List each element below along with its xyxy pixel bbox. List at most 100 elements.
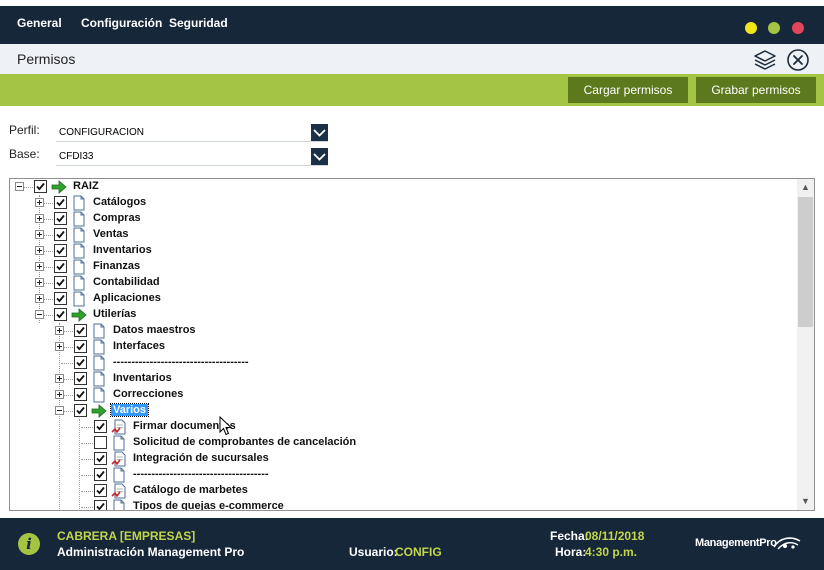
tree-node-checkbox[interactable] — [94, 500, 107, 510]
document-icon — [111, 435, 127, 451]
green-arrow-icon — [91, 403, 107, 419]
tree-content: RAIZ Catálogos Compras Ventas Inventarios Fin… — [10, 179, 798, 510]
tree-node-label[interactable]: Inventarios — [93, 244, 152, 256]
expand-icon[interactable] — [35, 262, 44, 271]
document-icon — [71, 259, 87, 275]
scroll-up-arrow-icon[interactable]: ▲ — [797, 179, 814, 196]
tree-node-checkbox[interactable] — [54, 212, 67, 225]
document-icon — [71, 243, 87, 259]
expand-icon[interactable] — [55, 390, 64, 399]
expand-icon[interactable] — [55, 374, 64, 383]
layers-icon[interactable] — [753, 48, 777, 72]
profile-value: CONFIGURACION — [59, 127, 144, 138]
tree-node-label[interactable]: Utilerías — [93, 308, 136, 320]
tree-node-label[interactable]: Interfaces — [113, 340, 165, 352]
tree-node-label[interactable]: Ventas — [93, 228, 128, 240]
document-icon — [71, 275, 87, 291]
tree-node-checkbox[interactable] — [74, 404, 87, 417]
maximize-button[interactable] — [768, 22, 780, 34]
profile-select[interactable]: CONFIGURACION — [56, 124, 328, 142]
tree-node-label[interactable]: Catálogos — [93, 196, 146, 208]
date-value: 08/11/2018 — [585, 529, 645, 543]
tree-node-label[interactable]: Integración de sucursales — [133, 452, 269, 464]
tree-node-label[interactable]: Contabilidad — [93, 276, 160, 288]
tree-node-label[interactable]: ------------------------------------- — [133, 468, 269, 480]
tree-node-checkbox[interactable] — [54, 196, 67, 209]
tree-node-label[interactable]: ------------------------------------- — [113, 356, 249, 368]
document-icon — [71, 291, 87, 307]
tree-node-checkbox[interactable] — [74, 324, 87, 337]
tree-node-checkbox[interactable] — [94, 420, 107, 433]
document-icon — [71, 195, 87, 211]
tree-node-checkbox[interactable] — [54, 292, 67, 305]
tree-node-label[interactable]: Solicitud de comprobantes de cancelación — [133, 436, 356, 448]
tree-node-label[interactable]: Aplicaciones — [93, 292, 161, 304]
time-value: 4:30 p.m. — [585, 545, 638, 559]
tree-node-checkbox[interactable] — [94, 468, 107, 481]
menu-configuracion[interactable]: Configuración — [81, 16, 162, 30]
tree-node-checkbox[interactable] — [54, 276, 67, 289]
expand-icon[interactable] — [35, 294, 44, 303]
tree-guide-line — [79, 419, 80, 510]
menu-seguridad[interactable]: Seguridad — [169, 16, 228, 30]
tree-node-label[interactable]: Compras — [93, 212, 141, 224]
tree-node-checkbox[interactable] — [94, 436, 107, 449]
expand-icon[interactable] — [35, 278, 44, 287]
status-bar: i CABRERA [EMPRESAS] Administración Mana… — [0, 518, 824, 570]
tree-node-checkbox[interactable] — [74, 340, 87, 353]
tree-node-label[interactable]: Finanzas — [93, 260, 140, 272]
tree-node-label[interactable]: Catálogo de marbetes — [133, 484, 248, 496]
tree-node-label[interactable]: RAIZ — [73, 180, 99, 192]
base-select[interactable]: CFDI33 — [56, 148, 328, 166]
tree-scrollbar[interactable]: ▲ ▼ — [797, 179, 814, 510]
expand-icon[interactable] — [35, 230, 44, 239]
title-bar: Permisos — [0, 44, 824, 74]
document-icon — [71, 227, 87, 243]
expand-icon[interactable] — [55, 342, 64, 351]
tree-node-label[interactable]: Varios — [109, 403, 150, 417]
document-icon — [91, 371, 107, 387]
tree-node-checkbox[interactable] — [74, 356, 87, 369]
green-arrow-icon — [71, 307, 87, 323]
document-icon — [71, 211, 87, 227]
tree-node-label[interactable]: Tipos de quejas e-commerce — [133, 500, 284, 510]
collapse-icon[interactable] — [35, 310, 44, 319]
scroll-down-arrow-icon[interactable]: ▼ — [797, 493, 814, 510]
expand-icon[interactable] — [35, 246, 44, 255]
close-window-button[interactable] — [792, 22, 804, 34]
tree-node-checkbox[interactable] — [94, 484, 107, 497]
tree-node-checkbox[interactable] — [54, 228, 67, 241]
signed-document-icon — [111, 483, 127, 499]
tree-node-checkbox[interactable] — [54, 244, 67, 257]
load-permissions-button[interactable]: Cargar permisos — [568, 77, 688, 103]
tree-node-checkbox[interactable] — [54, 260, 67, 273]
user-value: CONFIG — [395, 545, 442, 559]
collapse-icon[interactable] — [15, 182, 24, 191]
profile-label: Perfil: — [9, 123, 40, 137]
date-label: Fecha: — [550, 529, 589, 543]
save-permissions-button[interactable]: Grabar permisos — [696, 77, 816, 103]
minimize-button[interactable] — [745, 22, 757, 34]
menu-general[interactable]: General — [17, 16, 62, 30]
chevron-down-icon[interactable] — [311, 148, 328, 165]
expand-icon[interactable] — [35, 214, 44, 223]
scroll-thumb[interactable] — [798, 197, 813, 327]
tree-node-checkbox[interactable] — [94, 452, 107, 465]
tree-node-checkbox[interactable] — [34, 180, 47, 193]
action-bar: Cargar permisos Grabar permisos — [0, 74, 824, 106]
tree-node-checkbox[interactable] — [74, 388, 87, 401]
expand-icon[interactable] — [55, 326, 64, 335]
info-icon: i — [18, 533, 40, 555]
collapse-icon[interactable] — [55, 406, 64, 415]
user-label: Usuario: — [349, 545, 398, 559]
expand-icon[interactable] — [35, 198, 44, 207]
close-circle-icon[interactable] — [786, 48, 810, 72]
permissions-tree[interactable]: RAIZ Catálogos Compras Ventas Inventarios Fin… — [9, 178, 815, 511]
base-label: Base: — [9, 147, 40, 161]
chevron-down-icon[interactable] — [311, 124, 328, 141]
tree-node-checkbox[interactable] — [74, 372, 87, 385]
tree-node-label[interactable]: Inventarios — [113, 372, 172, 384]
tree-node-checkbox[interactable] — [54, 308, 67, 321]
tree-node-label[interactable]: Datos maestros — [113, 324, 196, 336]
tree-node-label[interactable]: Correcciones — [113, 388, 183, 400]
